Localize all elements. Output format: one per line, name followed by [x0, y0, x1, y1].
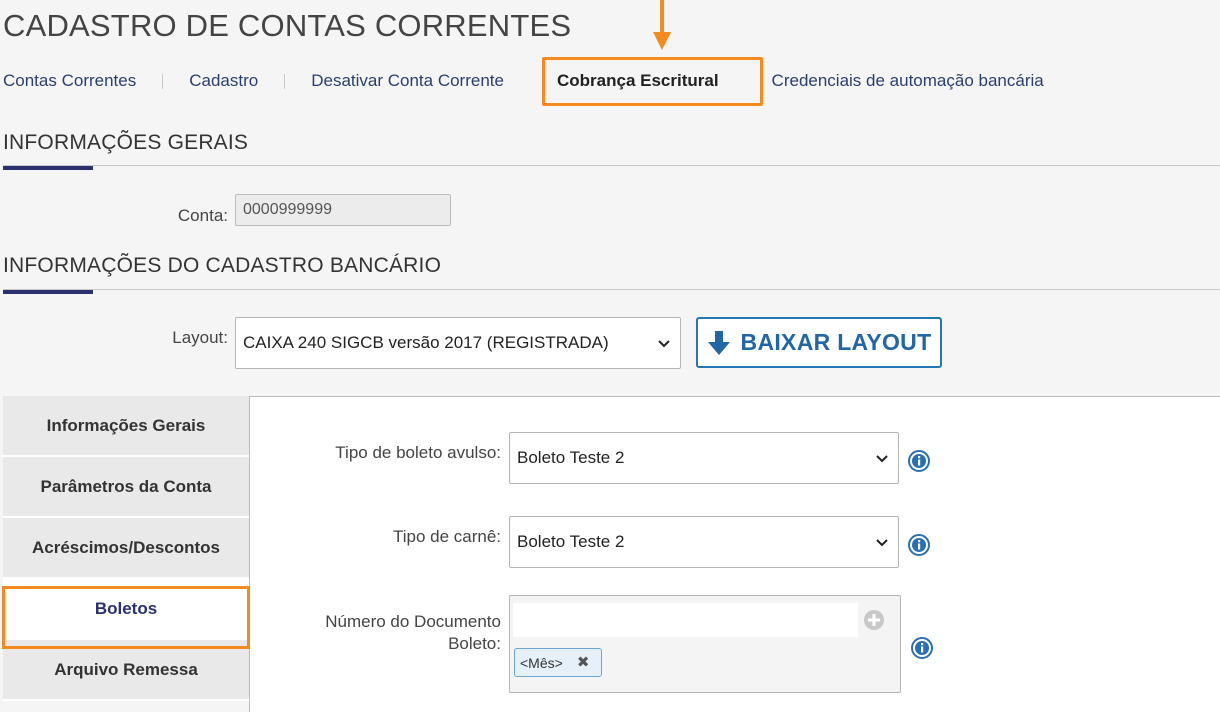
info-icon[interactable] — [908, 534, 930, 556]
doc-token-label: <Mês> — [520, 654, 563, 671]
chevron-down-icon — [876, 539, 888, 547]
layout-select[interactable]: CAIXA 240 SIGCB versão 2017 (REGISTRADA) — [235, 317, 681, 369]
info-icon[interactable] — [911, 637, 933, 659]
remove-token-icon[interactable]: ✖ — [577, 655, 590, 670]
side-nav-parametros-conta[interactable]: Parâmetros da Conta — [3, 457, 249, 518]
section-divider — [3, 165, 1220, 166]
info-icon[interactable] — [908, 450, 930, 472]
section-informacoes-gerais: INFORMAÇÕES GERAIS — [3, 131, 1220, 170]
boleto-avulso-label: Tipo de boleto avulso: — [335, 443, 501, 462]
side-nav-acrescimos-descontos[interactable]: Acréscimos/Descontos — [3, 518, 249, 579]
doc-token-chip: <Mês> ✖ — [514, 648, 603, 677]
section-title: INFORMAÇÕES GERAIS — [3, 131, 249, 154]
account-label: Conta: — [177, 206, 228, 225]
boleto-avulso-select[interactable]: Boleto Teste 2 — [509, 432, 899, 484]
section-divider — [3, 289, 1220, 290]
tab-cadastro[interactable]: Cadastro — [189, 71, 258, 91]
doc-number-label-line2: Boleto: — [448, 634, 501, 653]
doc-number-input[interactable] — [513, 603, 858, 637]
doc-number-label-line1: Número do Documento — [325, 612, 501, 631]
tab-contas-correntes[interactable]: Contas Correntes — [3, 71, 136, 91]
side-nav-informacoes-gerais[interactable]: Informações Gerais — [3, 396, 249, 457]
download-arrow-icon — [707, 330, 730, 355]
side-nav: Informações Gerais Parâmetros da Conta A… — [3, 396, 249, 701]
chevron-down-icon — [876, 455, 888, 463]
tab-separator — [162, 73, 164, 89]
layout-select-value: CAIXA 240 SIGCB versão 2017 (REGISTRADA) — [243, 333, 609, 352]
active-tab-highlight — [542, 57, 763, 106]
download-layout-label: BAIXAR LAYOUT — [740, 329, 932, 355]
section-accent-bar — [3, 166, 93, 170]
tab-bar: Contas Correntes Cadastro Desativar Cont… — [3, 68, 1044, 94]
page-title: CADASTRO DE CONTAS CORRENTES — [3, 8, 572, 43]
download-layout-button[interactable]: BAIXAR LAYOUT — [696, 317, 942, 368]
tab-credenciais-automacao[interactable]: Credenciais de automação bancária — [772, 71, 1044, 91]
active-side-nav-highlight — [2, 586, 250, 649]
section-title: INFORMAÇÕES DO CADASTRO BANCÁRIO — [3, 254, 442, 277]
tab-separator — [284, 73, 286, 89]
doc-number-builder: <Mês> ✖ — [509, 595, 901, 693]
account-field: 0000999999 — [235, 194, 451, 226]
tab-desativar-conta-corrente[interactable]: Desativar Conta Corrente — [311, 71, 504, 91]
annotation-arrow-head — [653, 32, 671, 50]
carne-value: Boleto Teste 2 — [517, 532, 625, 551]
plus-circle-icon[interactable] — [863, 609, 885, 631]
section-accent-bar — [3, 290, 93, 294]
doc-number-label: Número do Documento Boleto: — [270, 611, 501, 655]
chevron-down-icon — [658, 340, 670, 348]
layout-label: Layout: — [172, 328, 228, 347]
carne-select[interactable]: Boleto Teste 2 — [509, 516, 899, 568]
annotation-arrow-shaft — [660, 0, 664, 34]
side-nav-arquivo-remessa[interactable]: Arquivo Remessa — [3, 640, 249, 701]
section-cadastro-bancario: INFORMAÇÕES DO CADASTRO BANCÁRIO — [3, 254, 1220, 294]
boleto-avulso-value: Boleto Teste 2 — [517, 448, 625, 467]
carne-label: Tipo de carnê: — [392, 527, 501, 546]
